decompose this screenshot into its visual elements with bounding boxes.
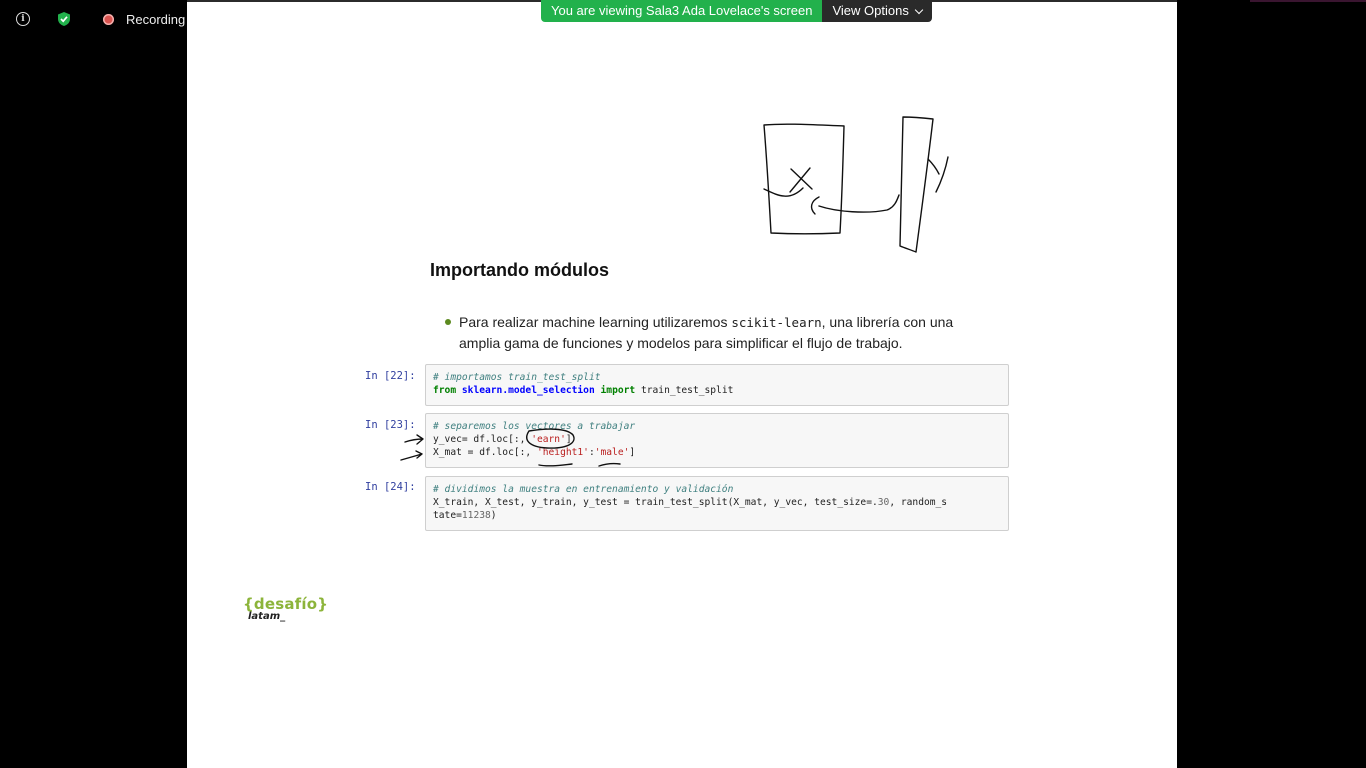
ink-label-x: X	[188, 2, 189, 4]
ink-arrow-left	[763, 187, 804, 197]
ink-connector	[818, 194, 900, 213]
info-icon[interactable]: i	[16, 12, 30, 26]
record-dot-icon	[103, 14, 114, 25]
ink-box-x	[763, 123, 845, 235]
chevron-down-icon	[914, 5, 924, 14]
ink-arrow-row2	[400, 450, 423, 461]
ink-arrow-row1	[404, 434, 424, 445]
window-edge-accent	[1250, 0, 1366, 2]
ink-box-y	[899, 116, 934, 253]
recording-label: Recording	[126, 12, 186, 27]
shared-screen: Importando módulos Para realizar machine…	[187, 2, 1177, 768]
screen-share-banner: You are viewing Sala3 Ada Lovelace's scr…	[541, 0, 932, 22]
meeting-status-bar: i Recording	[0, 0, 190, 40]
ink-arrow-head	[810, 196, 820, 215]
ink-underline-1	[538, 463, 573, 467]
viewing-screen-label: You are viewing Sala3 Ada Lovelace's scr…	[541, 0, 823, 22]
ink-circle-earn	[526, 428, 575, 449]
view-options-label: View Options	[832, 3, 909, 18]
shield-check-icon[interactable]	[57, 11, 71, 27]
annotation-ink: X y	[188, 2, 949, 467]
ink-underline-2	[598, 462, 621, 467]
ink-y-mark	[927, 156, 949, 193]
view-options-button[interactable]: View Options	[822, 0, 932, 22]
ink-label-y: y	[188, 2, 189, 4]
ink-x-mark	[789, 167, 813, 193]
